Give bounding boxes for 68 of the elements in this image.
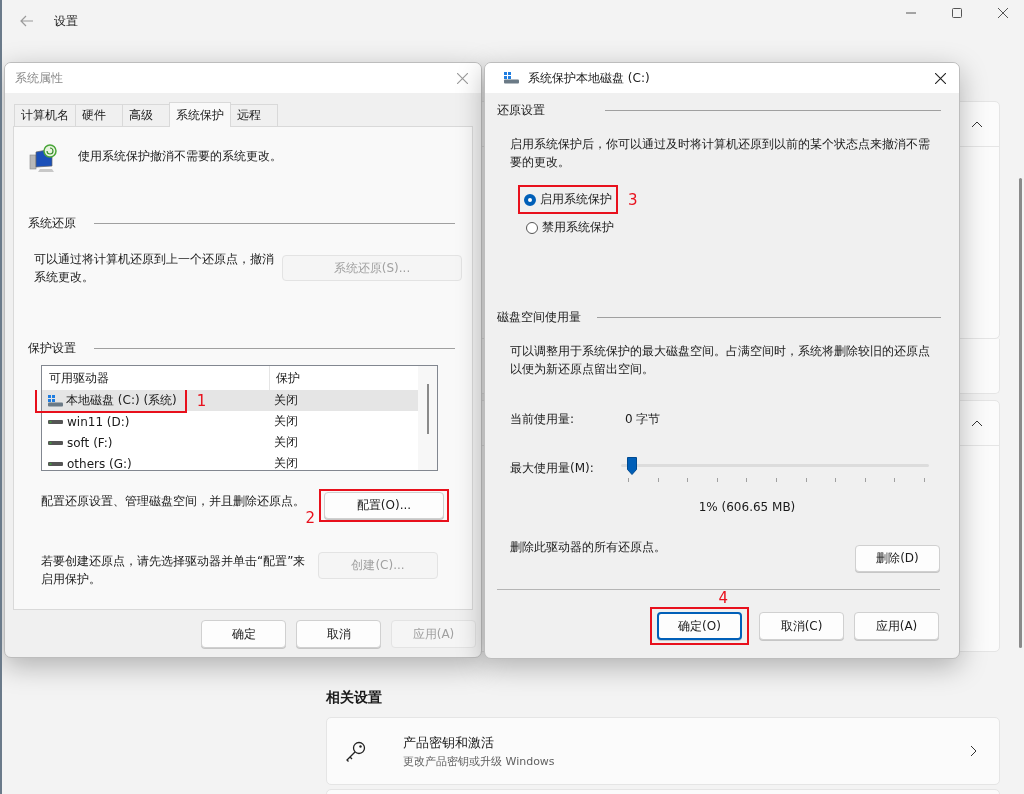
drive-name: 本地磁盘 (C:) (系统) <box>66 392 177 409</box>
configure-button[interactable]: 配置(O)... <box>324 492 444 519</box>
drive-icon <box>48 419 63 424</box>
settings-card[interactable]: 产品密钥和激活 更改产品密钥或升级 Windows <box>326 717 1000 785</box>
annotation-number: 4 <box>718 589 729 607</box>
radio-option[interactable]: 禁用系统保护 <box>526 218 614 237</box>
slider-reading: 1% (606.65 MB) <box>697 499 797 516</box>
annotation-number: 3 <box>628 190 638 209</box>
description-text: 删除此驱动器的所有还原点。 <box>510 539 666 556</box>
description-text: 可以调整用于系统保护的最大磁盘空间。占满空间时，系统将删除较旧的还原点以便为新还原点留出空间。 <box>510 343 931 378</box>
slider-thumb[interactable] <box>627 457 638 475</box>
dialog-button[interactable]: 确定 <box>201 620 286 648</box>
column-header[interactable]: 保护 <box>270 369 300 387</box>
section-heading: 相关设置 <box>326 689 383 707</box>
dialog-title: 系统属性 <box>15 69 63 87</box>
dialog-button[interactable]: 取消(C) <box>759 612 844 640</box>
group-heading: 磁盘空间使用量 <box>497 308 581 326</box>
description-text: 可以通过将计算机还原到上一个还原点，撤消系统更改。 <box>34 251 274 286</box>
tab[interactable]: 计算机名 <box>14 104 76 126</box>
slider[interactable] <box>621 457 929 475</box>
protection-status: 关闭 <box>273 392 298 409</box>
group-heading: 保护设置 <box>28 339 76 357</box>
key-icon <box>345 740 367 762</box>
description-text: 使用系统保护撤消不需要的系统更改。 <box>78 148 282 165</box>
close-icon[interactable] <box>998 8 1008 18</box>
protection-status: 关闭 <box>273 455 298 472</box>
system-drive-icon <box>503 72 519 84</box>
drive-name: win11 (D:) <box>67 414 130 429</box>
tab[interactable]: 远程 <box>230 104 278 126</box>
description-text: 配置还原设置、管理磁盘空间，并且删除还原点。 <box>41 492 305 510</box>
window-title: 设置 <box>54 12 78 30</box>
drive-row[interactable]: soft (F:) 关闭 <box>42 432 418 453</box>
chevron-up-icon[interactable] <box>971 419 983 427</box>
chevron-right-icon <box>970 745 977 757</box>
field-label: 当前使用量: <box>510 410 576 428</box>
drive-row[interactable]: others (G:) 关闭 <box>42 453 418 474</box>
chevron-up-icon[interactable] <box>971 120 983 128</box>
protection-status: 关闭 <box>273 413 298 430</box>
dialog-title: 系统保护本地磁盘 (C:) <box>528 69 650 87</box>
dialog-button[interactable]: 确定(O) <box>657 612 742 640</box>
drive-name: others (G:) <box>67 456 132 471</box>
dialog-button[interactable]: 取消 <box>296 620 381 648</box>
annotation-number: 2 <box>305 510 315 526</box>
card-subtitle: 更改产品密钥或升级 Windows <box>403 753 555 769</box>
computer-icon <box>29 143 59 173</box>
description-text: 启用系统保护后，你可以通过及时将计算机还原到以前的某个状态点来撤消不需要的更改。 <box>510 136 931 171</box>
drive-icon <box>48 461 63 466</box>
dialog-button[interactable]: 应用(A) <box>854 612 939 640</box>
field-label: 最大使用量(M): <box>510 460 595 477</box>
drive-icon <box>48 440 63 445</box>
scrollbar[interactable] <box>418 366 437 470</box>
usage-value: 0 字节 <box>625 410 661 428</box>
group-heading: 系统还原 <box>28 214 76 232</box>
group-heading: 还原设置 <box>497 101 545 119</box>
drive-name: soft (F:) <box>67 435 113 450</box>
annotation-number: 1 <box>196 391 207 410</box>
scrollbar[interactable] <box>1019 178 1022 648</box>
close-icon[interactable] <box>935 72 946 84</box>
system-drive-icon <box>47 394 63 407</box>
card-title: 产品密钥和激活 <box>403 733 495 752</box>
tab[interactable]: 系统保护 <box>169 102 231 127</box>
delete-button[interactable]: 删除(D) <box>855 545 940 572</box>
maximize-icon[interactable] <box>952 8 962 18</box>
protection-status: 关闭 <box>273 434 298 451</box>
description-text: 若要创建还原点，请先选择驱动器并单击“配置”来启用保护。 <box>41 553 307 588</box>
radio-option[interactable]: 启用系统保护 <box>524 190 612 209</box>
back-arrow-icon[interactable] <box>20 15 34 27</box>
drive-row[interactable]: win11 (D:) 关闭 <box>42 411 418 432</box>
